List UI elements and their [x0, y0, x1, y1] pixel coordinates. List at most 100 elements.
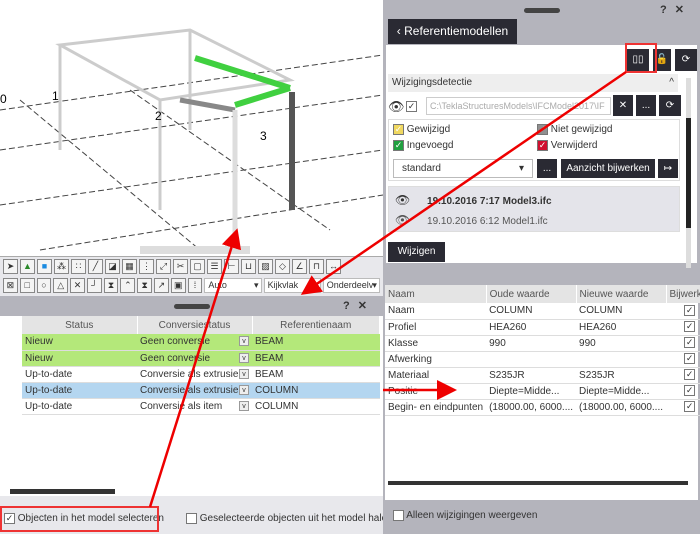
clear-button[interactable]: ✕ — [613, 95, 633, 116]
portal-icon[interactable]: ⊓ — [309, 259, 324, 274]
snap-select[interactable]: Auto — [204, 278, 262, 293]
grid-icon[interactable]: ▦ — [122, 259, 137, 274]
select-in-model-option[interactable]: ✓ Objecten in het model selecteren — [4, 513, 164, 524]
filter-select[interactable]: standard ▾ — [393, 159, 533, 178]
conversion-cell[interactable]: Conversie als item v — [137, 398, 252, 415]
update-view-button[interactable]: Aanzicht bijwerken — [561, 159, 655, 178]
visibility-off-icon[interactable]: 👁 — [388, 99, 405, 115]
update-checkbox[interactable]: ✓ — [684, 321, 696, 333]
column-header-status[interactable]: Status — [22, 316, 138, 334]
conversion-cell[interactable]: Conversie als extrusie v — [137, 382, 252, 399]
table-row[interactable]: Begin- en eindpunten (18000.00, 6000....(… — [385, 399, 700, 416]
plane-select[interactable]: Kijkvlak — [263, 278, 321, 293]
column-header-name[interactable]: Naam — [385, 285, 487, 303]
update-checkbox[interactable]: ✓ — [684, 369, 696, 381]
update-checkbox[interactable]: ✓ — [684, 353, 696, 365]
update-checkbox[interactable]: ✓ — [684, 401, 696, 413]
plate-icon[interactable]: ▨ — [258, 259, 273, 274]
close-button[interactable]: ✕ — [358, 300, 375, 312]
table-row[interactable]: Up-to-date Conversie als extrusie v BEAM — [22, 366, 380, 383]
table-row[interactable]: Materiaal S235JR S235JR ✓ — [385, 367, 700, 384]
circle-icon[interactable]: ○ — [36, 278, 52, 293]
table-row[interactable]: Positie Diepte=Midde... Diepte=Midde... ✓ — [385, 383, 700, 400]
only-changes-checkbox[interactable] — [393, 510, 404, 521]
help-button[interactable]: ? — [660, 4, 675, 16]
remove-selected-checkbox[interactable] — [186, 513, 197, 524]
eye-icon[interactable]: 👁 — [395, 213, 410, 227]
square-icon[interactable]: ■ — [37, 259, 52, 274]
conversion-cell[interactable]: Geen conversie v — [137, 350, 252, 367]
model-path-input[interactable]: C:\TeklaStructuresModels\IFCModel2017\IF — [426, 97, 611, 115]
select-icon[interactable]: ➤ — [3, 259, 18, 274]
section-header[interactable]: Wijzigingsdetectie ^ — [388, 74, 678, 92]
align-icon[interactable]: ☰ — [207, 259, 222, 274]
update-checkbox[interactable]: ✓ — [684, 305, 696, 317]
table-row[interactable]: Up-to-date Conversie als extrusie v COLUMN — [22, 382, 380, 399]
measure-icon[interactable]: ⤢ — [156, 259, 171, 274]
only-changes-option[interactable]: Alleen wijzigingen weergeven — [393, 510, 537, 521]
update-checkbox[interactable]: ✓ — [684, 385, 696, 397]
beam-icon[interactable]: ⊢ — [224, 259, 239, 274]
table-row[interactable]: Profiel HEA260 HEA260 ✓ — [385, 319, 700, 336]
hourglass-2-icon[interactable]: ⧗ — [137, 278, 153, 293]
column-header-reference[interactable]: Referentienaam — [252, 316, 380, 334]
drag-handle[interactable] — [173, 304, 210, 309]
filter-more-button[interactable]: ... — [537, 159, 557, 178]
rect-icon[interactable]: □ — [19, 278, 35, 293]
table-row[interactable]: Klasse 990 990 ✓ — [385, 335, 700, 352]
table-row[interactable]: Up-to-date Conversie als item v COLUMN — [22, 398, 380, 415]
frame-icon[interactable]: ▢ — [190, 259, 205, 274]
cube-icon[interactable]: ◪ — [105, 259, 120, 274]
model-item[interactable]: 👁 19.10.2016 7:17 Model3.ifc — [395, 193, 552, 207]
panel-titlebar[interactable]: ?✕ — [383, 0, 700, 20]
bracket-icon[interactable]: ⁞ — [187, 278, 203, 293]
part-select[interactable]: Onderdeelv — [322, 278, 380, 293]
dimension-icon[interactable]: ↔ — [326, 259, 341, 274]
close-button[interactable]: ✕ — [675, 4, 692, 16]
pattern-icon[interactable]: ⁂ — [54, 259, 69, 274]
chevron-down-icon[interactable]: v — [239, 368, 249, 379]
horizontal-scrollbar[interactable] — [10, 489, 115, 494]
cross-icon[interactable]: ✕ — [70, 278, 85, 293]
enable-checkbox[interactable]: ✓ — [406, 101, 417, 112]
browse-button[interactable]: ... — [636, 95, 656, 116]
column-header-conversion[interactable]: Conversiestatus — [137, 316, 253, 334]
panel-titlebar[interactable]: ?✕ — [0, 296, 383, 316]
cut-icon[interactable]: ✂ — [173, 259, 188, 274]
remove-selected-option[interactable]: Geselecteerde objecten uit het model hal… — [186, 513, 393, 524]
line-icon[interactable]: ╱ — [88, 259, 103, 274]
export-button[interactable]: ↦ — [658, 159, 678, 178]
column-header-new[interactable]: Nieuwe waarde — [576, 285, 667, 303]
table-row[interactable]: Naam COLUMN COLUMN ✓ — [385, 303, 700, 320]
snap-icon[interactable]: ⋮ — [139, 259, 154, 274]
angle-icon[interactable]: ∠ — [292, 259, 307, 274]
dots-icon[interactable]: ∷ — [71, 259, 86, 274]
viewport-scrollbar[interactable] — [140, 246, 250, 254]
corner-icon[interactable]: ┘ — [86, 278, 102, 293]
column-header-old[interactable]: Oude waarde — [486, 285, 577, 303]
arrow-icon[interactable]: ↗ — [154, 278, 169, 293]
wave-icon[interactable]: ⌃ — [120, 278, 136, 293]
chevron-down-icon[interactable]: v — [239, 400, 249, 411]
layer-icon[interactable]: ◇ — [275, 259, 290, 274]
eye-icon[interactable]: 👁 — [395, 193, 410, 207]
legend-unchanged[interactable]: ✓ Niet gewijzigd — [537, 124, 612, 135]
tree-icon[interactable]: ▲ — [20, 259, 35, 274]
select-in-model-checkbox[interactable]: ✓ — [4, 513, 15, 524]
table-row[interactable]: Nieuw Geen conversie v BEAM — [22, 350, 380, 367]
vertical-scrollbar[interactable] — [686, 78, 691, 268]
triangle-icon[interactable]: △ — [53, 278, 69, 293]
channel-icon[interactable]: ⊔ — [241, 259, 256, 274]
chevron-down-icon[interactable]: v — [239, 352, 249, 363]
box-icon[interactable]: ⊠ — [3, 278, 18, 293]
point-icon[interactable]: ▣ — [170, 278, 186, 293]
collapse-icon[interactable]: ^ — [669, 77, 674, 88]
change-button[interactable]: Wijzigen — [388, 242, 445, 262]
drag-handle[interactable] — [523, 8, 560, 13]
legend-deleted[interactable]: ✓ Verwijderd — [537, 140, 597, 151]
hourglass-icon[interactable]: ⧗ — [103, 278, 119, 293]
update-checkbox[interactable]: ✓ — [684, 337, 696, 349]
conversion-cell[interactable]: Conversie als extrusie v — [137, 366, 252, 383]
model-item[interactable]: 👁 19.10.2016 6:12 Model1.ifc — [395, 213, 548, 227]
model-viewport[interactable]: 1 2 3 0 — [0, 0, 384, 256]
